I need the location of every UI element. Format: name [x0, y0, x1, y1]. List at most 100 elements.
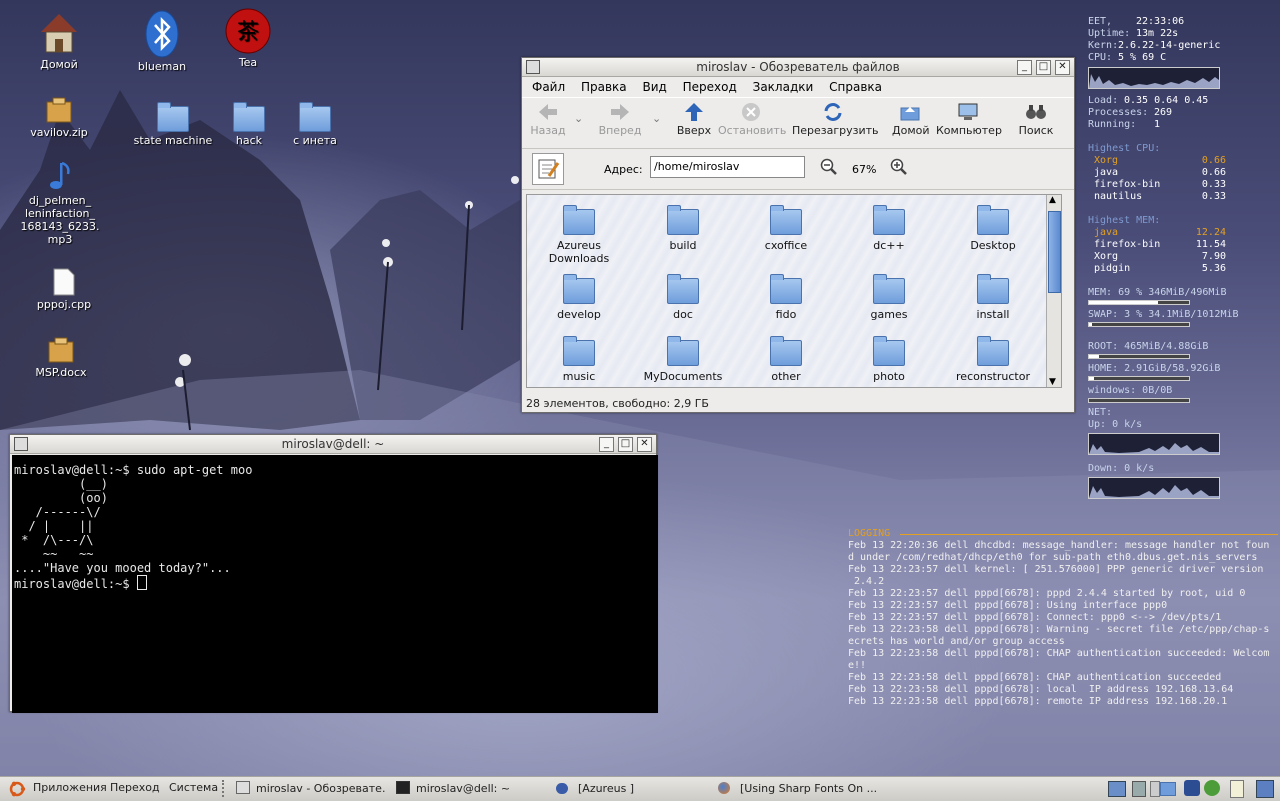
file-item[interactable]: MyDocuments [633, 336, 733, 383]
scroll-thumb[interactable] [1048, 211, 1061, 293]
conky-monitor: EET, 22:33:06 Uptime: 13m 22s Kern: 2.6.22-… [1088, 16, 1278, 499]
zoom-in-icon[interactable] [890, 158, 908, 179]
file-item[interactable]: photo [839, 336, 939, 383]
file-item[interactable]: develop [529, 274, 629, 321]
azureus-tray-icon[interactable] [1184, 780, 1200, 796]
window-title: miroslav - Обозреватель файлов [696, 60, 900, 74]
back-history-chevron-icon[interactable]: ⌄ [574, 112, 583, 125]
close-button[interactable]: ✕ [1055, 60, 1070, 75]
close-button[interactable]: ✕ [637, 437, 652, 452]
menu-go[interactable]: Переход [683, 80, 737, 94]
file-item[interactable]: install [943, 274, 1043, 321]
folder-icon [873, 274, 905, 304]
desktop-icon-tea[interactable]: 茶 Tea [203, 8, 293, 69]
desktop-icon-s-ineta[interactable]: с инета [270, 102, 360, 147]
menu-file[interactable]: Файл [532, 80, 565, 94]
conky-proc-name: nautilus [1094, 191, 1143, 202]
file-browser-titlebar[interactable]: miroslav - Обозреватель файлов _ □ ✕ [522, 58, 1074, 77]
maximize-button[interactable]: □ [1036, 60, 1051, 75]
zoom-out-icon[interactable] [820, 158, 838, 179]
file-item[interactable]: Azureus Downloads [529, 205, 629, 265]
conky-load: 0.35 0.64 0.45 [1124, 95, 1209, 106]
taskbar-handle[interactable] [222, 780, 228, 797]
zoom-level[interactable]: 67% [852, 163, 876, 176]
window-menu-icon[interactable] [526, 60, 540, 74]
log-line: Feb 13 22:23:58 dell pppd[6678]: remote … [848, 696, 1228, 707]
root-bar [1088, 354, 1190, 359]
terminal-line: ~~ ~~ [14, 547, 94, 561]
desktop-icon-label: state machine [133, 134, 213, 147]
file-item[interactable]: Desktop [943, 205, 1043, 252]
ubuntu-logo-icon[interactable] [8, 780, 26, 801]
stop-icon [742, 103, 760, 121]
show-desktop-icon[interactable] [1256, 780, 1274, 798]
file-item[interactable]: build [633, 205, 733, 252]
menu-edit[interactable]: Правка [581, 80, 627, 94]
places-menu[interactable]: Переход [110, 781, 160, 794]
conky-proc-value: 0.66 [1201, 167, 1226, 178]
file-item[interactable]: dc++ [839, 205, 939, 252]
menu-help[interactable]: Справка [829, 80, 882, 94]
system-menu[interactable]: Система [169, 781, 218, 794]
menu-view[interactable]: Вид [642, 80, 666, 94]
vertical-scrollbar[interactable]: ▲ ▼ [1046, 195, 1061, 387]
home-button[interactable]: Домой [892, 102, 930, 137]
desktop-icon-mp3[interactable]: dj_pelmen_ leninfaction_ 168143_6233. mp… [16, 160, 104, 246]
file-item[interactable]: fido [736, 274, 836, 321]
terminal-titlebar[interactable]: miroslav@dell: ~ _ □ ✕ [10, 435, 656, 454]
desktop-icon-pppoj-cpp[interactable]: pppoj.cpp [19, 268, 109, 311]
applications-menu[interactable]: Приложения [33, 781, 107, 794]
stop-button[interactable]: Остановить [718, 102, 786, 137]
file-item[interactable]: games [839, 274, 939, 321]
task-firefox[interactable]: [Using Sharp Fonts On ... [718, 779, 878, 798]
task-terminal[interactable]: miroslav@dell: ~ [396, 779, 536, 798]
back-button[interactable]: Назад [528, 102, 568, 137]
reload-button[interactable]: Перезагрузить [792, 102, 879, 137]
file-item[interactable]: doc [633, 274, 733, 321]
conky-proc-name: java [1094, 167, 1119, 178]
forward-button[interactable]: Вперед [598, 102, 642, 137]
file-icon-view[interactable]: Azureus Downloads build cxoffice dc++ De… [526, 194, 1062, 388]
terminal-icon [396, 781, 410, 794]
desktop-icon-home[interactable]: Домой [14, 10, 104, 71]
desktop-icon-label: vavilov.zip [30, 126, 88, 139]
forward-history-chevron-icon[interactable]: ⌄ [652, 112, 661, 125]
desktop-icon-vavilov-zip[interactable]: vavilov.zip [14, 96, 104, 139]
clipboard-icon[interactable] [1230, 780, 1244, 798]
notepad-pencil-icon [538, 159, 560, 179]
folder-tray-icon[interactable] [1160, 782, 1176, 796]
volume-icon[interactable] [1132, 781, 1146, 797]
address-input[interactable]: /home/miroslav [650, 156, 805, 178]
task-file-browser[interactable]: miroslav - Обозревате... [236, 779, 386, 798]
arrow-left-icon [539, 104, 557, 120]
file-item[interactable]: music [529, 336, 629, 383]
desktop-icon-msp-docx[interactable]: MSP.docx [16, 336, 106, 379]
up-button[interactable]: Вверх [674, 102, 714, 137]
window-menu-icon[interactable] [14, 437, 28, 451]
task-azureus[interactable]: [Azureus ] [556, 779, 696, 798]
edit-location-button[interactable] [532, 153, 564, 185]
minimize-button[interactable]: _ [599, 437, 614, 452]
pidgin-tray-icon[interactable] [1204, 780, 1220, 796]
conky-windows: windows: 0B/0B [1088, 385, 1173, 396]
conky-proc-name: Xorg [1094, 251, 1119, 262]
menu-bookmarks[interactable]: Закладки [753, 80, 814, 94]
minimize-button[interactable]: _ [1017, 60, 1032, 75]
terminal-output[interactable]: miroslav@dell:~$ sudo apt-get moo (__) (… [12, 455, 658, 713]
scroll-up-icon[interactable]: ▲ [1049, 195, 1056, 205]
search-button[interactable]: Поиск [1018, 102, 1054, 137]
network-icon[interactable] [1108, 781, 1126, 797]
desktop-icon-blueman[interactable]: blueman [117, 10, 207, 73]
archive-icon [48, 337, 74, 363]
log-line: Feb 13 22:20:36 dell dhcdbd: message_han… [848, 540, 1270, 551]
notes-icon[interactable] [1150, 781, 1160, 797]
cpu-graph [1088, 67, 1220, 89]
file-item[interactable]: reconstructor [943, 336, 1043, 383]
scroll-down-icon[interactable]: ▼ [1049, 377, 1056, 387]
upload-graph [1088, 433, 1220, 455]
computer-button[interactable]: Компьютер [936, 102, 1002, 137]
azureus-frog-icon [556, 783, 568, 794]
file-item[interactable]: other [736, 336, 836, 383]
maximize-button[interactable]: □ [618, 437, 633, 452]
file-item[interactable]: cxoffice [736, 205, 836, 252]
